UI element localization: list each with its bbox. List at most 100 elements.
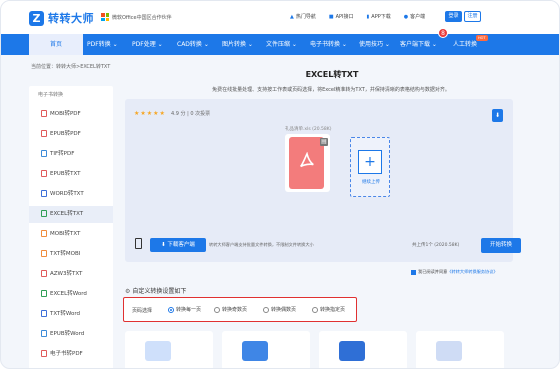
option-every-page[interactable]: 转换每一页 — [168, 306, 201, 313]
sidebar-item-txt-mobi[interactable]: TXT转MOBI — [29, 246, 113, 263]
radio-selected-icon — [168, 306, 174, 313]
pdf-file-icon — [41, 110, 47, 117]
notification-badge[interactable]: 8 — [438, 28, 448, 38]
txt-file-icon — [41, 250, 47, 257]
continue-upload-label: 继续上传 — [362, 180, 380, 185]
feature-card[interactable] — [125, 331, 213, 368]
sidebar-item-mobi-txt[interactable]: MOBI转TXT — [29, 226, 113, 243]
page-subtitle: 免费在线批量处理、支持按工作表或页码选择，将Excel精准转为TXT，并保持清晰… — [212, 87, 450, 93]
txt-file-icon — [41, 310, 47, 317]
txt-file-icon — [41, 170, 47, 177]
hot-badge: HOT — [476, 35, 488, 41]
radio-icon — [214, 306, 220, 313]
plus-icon: + — [358, 150, 382, 174]
nav-pdf-convert[interactable]: PDF转换 ⌄ — [87, 34, 118, 55]
user-icon: ● — [403, 14, 409, 20]
phone-icon: ▮ — [366, 14, 370, 20]
breadcrumb: 当前位置：转转大师>EXCEL转TXT — [31, 64, 111, 70]
register-button[interactable]: 注册 — [464, 11, 481, 22]
sidebar: 电子书转换 MOBI转PDF EPUB转PDF TIF转PDF EPUB转TXT… — [29, 86, 113, 368]
partner-badge: 微软Office中国区合作伙伴 — [101, 13, 172, 21]
fire-icon: ▲ — [290, 14, 294, 20]
feature-icon — [145, 341, 171, 361]
upload-panel: ★★★★★ 4.9 分 | 0 次投票 ⬇ 礼品清单.xls (20.58K) … — [125, 99, 521, 262]
feature-icon — [242, 341, 268, 361]
rating-stars[interactable]: ★★★★★ — [134, 110, 166, 117]
sidebar-item-excel-txt[interactable]: EXCEL转TXT — [29, 206, 113, 223]
top-links: ▲ 热门导航 ■ API接口 ▮ APP下载 ● 客户端 — [290, 13, 425, 20]
mobi-file-icon — [41, 230, 47, 237]
sidebar-item-word-txt[interactable]: WORD转TXT — [29, 186, 113, 203]
download-client-button[interactable]: ⬇ 下载客户端 — [150, 238, 206, 252]
mobile-icon — [135, 238, 142, 249]
excel-file-icon — [41, 210, 47, 217]
upload-count: 共上传1个 (2020.58K) — [412, 243, 460, 248]
logo[interactable]: Z 转转大师 — [29, 10, 94, 26]
feature-card[interactable] — [319, 331, 407, 368]
sidebar-title: 电子书转换 — [38, 92, 64, 98]
nav-cad[interactable]: CAD转换 ⌄ — [177, 34, 209, 55]
page-title: EXCEL转TXT — [305, 70, 359, 79]
sidebar-item-excel-word[interactable]: EXCEL转Word — [29, 286, 113, 303]
nav-compress[interactable]: 文件压缩 ⌄ — [266, 34, 297, 55]
pdf-file-icon — [41, 130, 47, 137]
feature-icon — [436, 341, 462, 361]
nav-tips[interactable]: 使用技巧 ⌄ — [359, 34, 390, 55]
uploaded-file-card: ▤ — [285, 134, 330, 192]
continue-upload-card[interactable]: + 继续上传 — [350, 137, 390, 197]
toplink-client[interactable]: ● 客户端 — [404, 13, 425, 20]
settings-title: ⚙ 自定义转换设置如下 — [125, 288, 187, 295]
nav-manual[interactable]: 人工转换 — [453, 34, 477, 55]
file-name: 礼品清单.xls (20.58K) — [285, 127, 332, 132]
nav-pdf-process[interactable]: PDF处理 ⌄ — [132, 34, 163, 55]
gear-icon: ⚙ — [125, 288, 131, 295]
option-specific-pages[interactable]: 转换指定页 — [312, 306, 345, 313]
option-odd-pages[interactable]: 转换奇数页 — [214, 306, 247, 313]
pdf-file-thumbnail — [289, 137, 324, 189]
pdf-logo-icon — [300, 152, 314, 168]
login-button[interactable]: 登录 — [445, 11, 462, 22]
brand-name: 转转大师 — [48, 12, 94, 25]
app-frame: Z 转转大师 微软Office中国区合作伙伴 ▲ 热门导航 ■ API接口 ▮ APP… — [0, 0, 560, 369]
rating-text: 4.9 分 | 0 次投票 — [171, 111, 211, 117]
nav-home[interactable]: 首页 — [29, 34, 83, 55]
radio-icon — [312, 306, 318, 313]
logo-icon: Z — [29, 10, 44, 26]
toplink-api[interactable]: ■ API接口 — [329, 13, 354, 20]
agree-checkbox[interactable] — [411, 269, 416, 275]
start-convert-button[interactable]: 开始转换 — [481, 238, 521, 253]
microsoft-icon — [101, 13, 109, 21]
nav-image[interactable]: 图片转换 ⌄ — [222, 34, 253, 55]
partner-text: 微软Office中国区合作伙伴 — [112, 14, 172, 21]
sidebar-item-txt-word[interactable]: TXT转Word — [29, 306, 113, 323]
word-file-icon — [41, 330, 47, 337]
pdf-file-icon — [41, 350, 47, 357]
sidebar-item-epub-pdf[interactable]: EPUB转PDF — [29, 126, 113, 143]
main-nav: 首页 PDF转换 ⌄ PDF处理 ⌄ CAD转换 ⌄ 图片转换 ⌄ 文件压缩 ⌄… — [1, 34, 559, 55]
sidebar-item-mobi-pdf[interactable]: MOBI转PDF — [29, 106, 113, 123]
image-file-icon — [41, 150, 47, 157]
agreement-link[interactable]: 《转转大师转换服务协议》 — [447, 269, 497, 274]
download-corner-icon[interactable]: ⬇ — [492, 109, 503, 122]
feature-icon — [339, 341, 365, 361]
sidebar-item-azw3-txt[interactable]: AZW3转TXT — [29, 266, 113, 283]
sidebar-item-ebook-pdf[interactable]: 电子书转PDF — [29, 346, 113, 363]
azw3-file-icon — [41, 270, 47, 277]
toplink-app[interactable]: ▮ APP下载 — [367, 13, 391, 20]
sidebar-item-tif-pdf[interactable]: TIF转PDF — [29, 146, 113, 163]
excel-file-icon — [41, 290, 47, 297]
feature-card[interactable] — [416, 331, 504, 368]
radio-icon — [263, 306, 269, 313]
toplink-hot-nav[interactable]: ▲ 热门导航 — [290, 13, 316, 20]
sidebar-item-epub-txt[interactable]: EPUB转TXT — [29, 166, 113, 183]
nav-ebook[interactable]: 电子书转换 ⌄ — [310, 34, 347, 55]
api-icon: ■ — [328, 14, 334, 20]
option-even-pages[interactable]: 转换偶数页 — [263, 306, 296, 313]
page-options-box: 页码选择 转换每一页 转换奇数页 转换偶数页 转换指定页 — [123, 297, 357, 322]
top-header: Z 转转大师 微软Office中国区合作伙伴 ▲ 热门导航 ■ API接口 ▮ APP… — [1, 1, 559, 34]
feature-card[interactable] — [222, 331, 310, 368]
agreement-row: 我已阅读并同意《转转大师转换服务协议》 — [411, 269, 498, 275]
delete-file-icon[interactable]: ▤ — [320, 138, 328, 146]
nav-download[interactable]: 客户端下载 ⌄ — [400, 34, 437, 55]
sidebar-item-epub-word[interactable]: EPUB转Word — [29, 326, 113, 343]
